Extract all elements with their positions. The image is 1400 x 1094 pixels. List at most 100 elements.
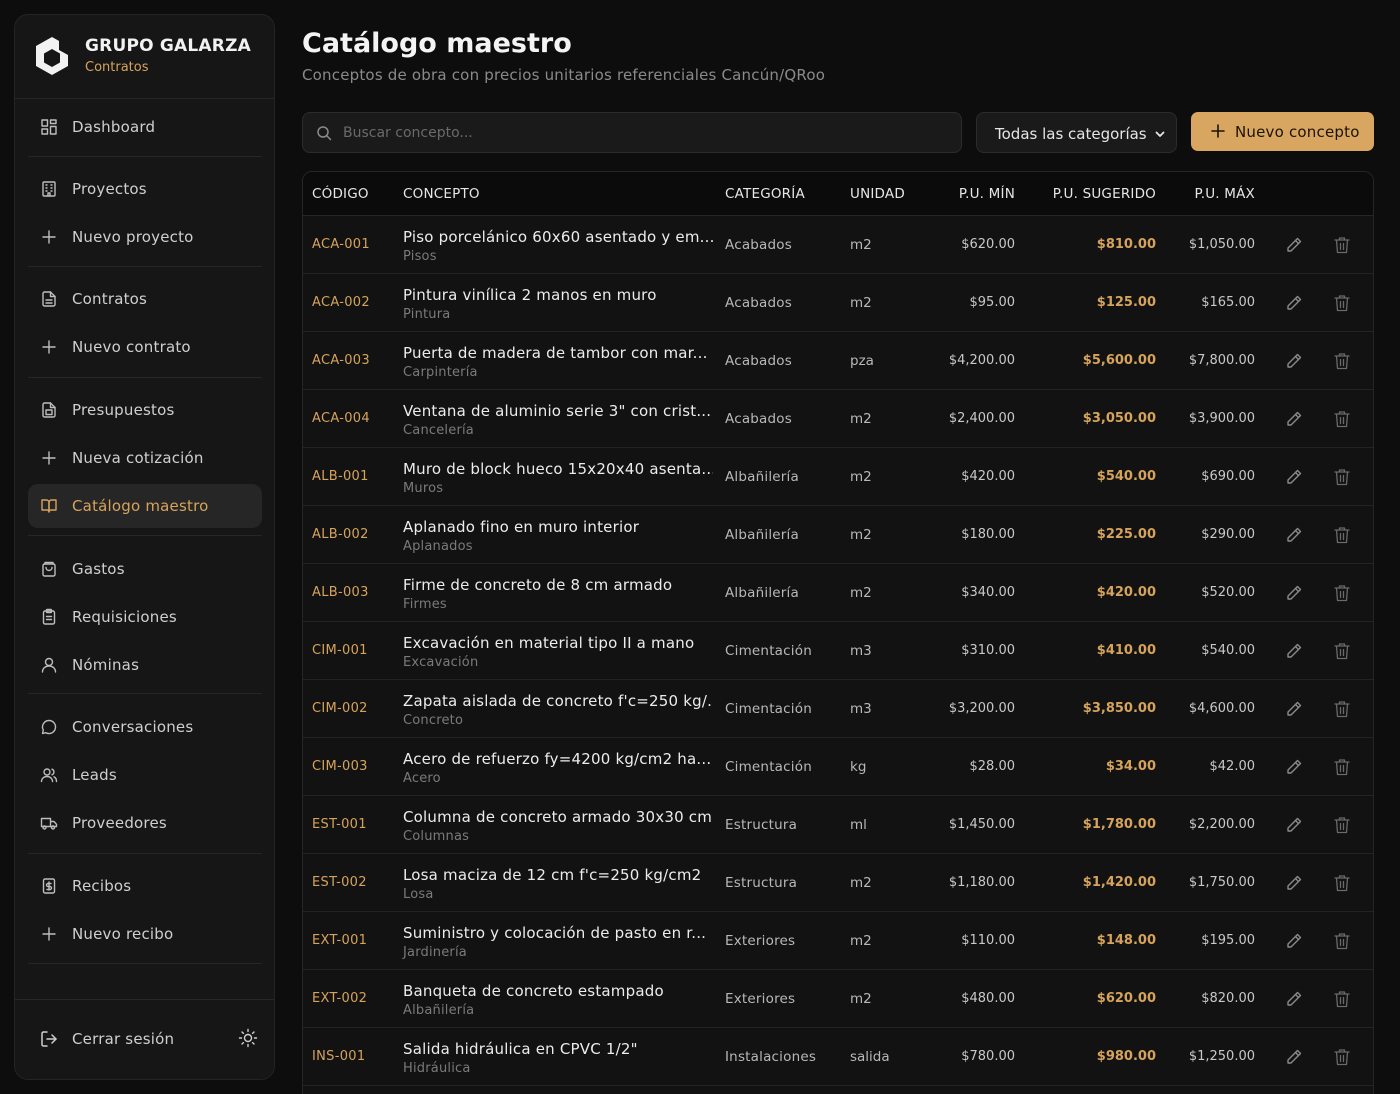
concept-category: Albañilería	[725, 469, 799, 485]
edit-icon[interactable]	[1284, 583, 1304, 603]
table-row[interactable]: ALB-003 Firme de concreto de 8 cm armado F…	[303, 564, 1373, 622]
sidebar-item-leads[interactable]: Leads	[28, 753, 262, 797]
sidebar-item-catalogo-maestro[interactable]: Catálogo maestro	[28, 484, 262, 528]
sidebar-item-nuevo-proyecto[interactable]: Nuevo proyecto	[28, 215, 262, 259]
header-concept[interactable]: CONCEPTO	[403, 186, 480, 202]
sidebar-item-requisiciones[interactable]: Requisiciones	[28, 595, 262, 639]
trash-icon[interactable]	[1333, 989, 1351, 1009]
trash-icon[interactable]	[1333, 525, 1351, 545]
trash-icon[interactable]	[1333, 583, 1351, 603]
sidebar-item-proveedores[interactable]: Proveedores	[28, 801, 262, 845]
edit-icon[interactable]	[1284, 1047, 1304, 1067]
concept-subcategory: Firmes	[403, 597, 447, 612]
category-select[interactable]: Todas las categorías	[976, 112, 1177, 153]
table-row[interactable]: EST-002 Losa maciza de 12 cm f'c=250 kg/c…	[303, 854, 1373, 912]
sidebar-item-nueva-cotizacion[interactable]: Nueva cotización	[28, 436, 262, 480]
table-row[interactable]: CIM-001 Excavación en material tipo II a …	[303, 622, 1373, 680]
table-row[interactable]: INS-001 Salida hidráulica en CPVC 1/2" Hid…	[303, 1028, 1373, 1086]
table-row[interactable]: ALB-001 Muro de block hueco 15x20x40 asen…	[303, 448, 1373, 506]
header-category[interactable]: CATEGORÍA	[725, 186, 805, 202]
trash-icon[interactable]	[1333, 351, 1351, 371]
edit-icon[interactable]	[1284, 409, 1304, 429]
edit-icon[interactable]	[1284, 931, 1304, 951]
sidebar-item-proyectos[interactable]: Proyectos	[28, 167, 262, 211]
concept-name: Firme de concreto de 8 cm armado	[403, 576, 673, 594]
logout-button[interactable]: Cerrar sesión	[28, 1018, 218, 1060]
trash-icon[interactable]	[1333, 699, 1351, 719]
concept-category: Acabados	[725, 353, 792, 369]
header-psug[interactable]: P.U. SUGERIDO	[1053, 186, 1156, 202]
trash-icon[interactable]	[1333, 235, 1351, 255]
table-row[interactable]: ACA-004 Ventana de aluminio serie 3" con …	[303, 390, 1373, 448]
concept-subcategory: Pisos	[403, 249, 437, 264]
header-pmin[interactable]: P.U. MÍN	[959, 186, 1015, 202]
table-row[interactable]: EST-001 Columna de concreto armado 30x30 …	[303, 796, 1373, 854]
concept-code: EXT-002	[312, 991, 368, 1006]
sidebar-item-nuevo-contrato[interactable]: Nuevo contrato	[28, 325, 262, 369]
sidebar-item-conversaciones[interactable]: Conversaciones	[28, 705, 262, 749]
trash-icon[interactable]	[1333, 931, 1351, 951]
concept-name: Muro de block hueco 15x20x40 asenta...	[403, 460, 713, 478]
divider	[28, 266, 262, 267]
trash-icon[interactable]	[1333, 409, 1351, 429]
sidebar-item-contratos[interactable]: Contratos	[28, 277, 262, 321]
edit-icon[interactable]	[1284, 235, 1304, 255]
header-code[interactable]: CÓDIGO	[312, 186, 369, 202]
concept-subcategory: Muros	[403, 481, 444, 496]
sidebar-item-dashboard[interactable]: Dashboard	[28, 105, 262, 149]
trash-icon[interactable]	[1333, 1047, 1351, 1067]
edit-icon[interactable]	[1284, 699, 1304, 719]
concept-unit: m2	[850, 411, 872, 427]
plus-icon	[40, 338, 58, 356]
table-row[interactable]: EXT-001 Suministro y colocación de pasto …	[303, 912, 1373, 970]
price-max: $1,050.00	[1188, 237, 1255, 252]
edit-icon[interactable]	[1284, 525, 1304, 545]
concept-name: Columna de concreto armado 30x30 cm	[403, 808, 713, 826]
concept-code: CIM-003	[312, 759, 368, 774]
new-concept-button[interactable]: Nuevo concepto	[1191, 112, 1374, 151]
table-row[interactable]: ALB-002 Aplanado fino en muro interior Apl…	[303, 506, 1373, 564]
table-row[interactable]: CIM-002 Zapata aislada de concreto f'c=25…	[303, 680, 1373, 738]
trash-icon[interactable]	[1333, 641, 1351, 661]
edit-icon[interactable]	[1284, 757, 1304, 777]
sun-icon[interactable]	[238, 1028, 258, 1048]
trash-icon[interactable]	[1333, 873, 1351, 893]
sidebar-item-gastos[interactable]: Gastos	[28, 547, 262, 591]
search-input[interactable]	[343, 113, 943, 152]
sidebar-item-recibos[interactable]: Recibos	[28, 864, 262, 908]
sidebar-item-label: Nuevo recibo	[72, 925, 174, 943]
trash-icon[interactable]	[1333, 757, 1351, 777]
concept-unit: salida	[850, 1049, 890, 1065]
table-row[interactable]: CIM-003 Acero de refuerzo fy=4200 kg/cm2 …	[303, 738, 1373, 796]
sidebar-item-presupuestos[interactable]: Presupuestos	[28, 388, 262, 432]
logout-label: Cerrar sesión	[72, 1030, 175, 1048]
edit-icon[interactable]	[1284, 641, 1304, 661]
table-row[interactable]: EXT-002 Banqueta de concreto estampado Alb…	[303, 970, 1373, 1028]
concept-name: Puerta de madera de tambor con mar...	[403, 344, 708, 362]
truck-icon	[40, 814, 58, 832]
trash-icon[interactable]	[1333, 815, 1351, 835]
trash-icon[interactable]	[1333, 467, 1351, 487]
concept-code: ACA-002	[312, 295, 370, 310]
concept-code: ACA-001	[312, 237, 370, 252]
sidebar-item-nuevo-recibo[interactable]: Nuevo recibo	[28, 912, 262, 956]
concept-unit: m2	[850, 237, 872, 253]
concept-name: Salida hidráulica en CPVC 1/2"	[403, 1040, 638, 1058]
edit-icon[interactable]	[1284, 351, 1304, 371]
edit-icon[interactable]	[1284, 873, 1304, 893]
edit-icon[interactable]	[1284, 989, 1304, 1009]
concept-category: Acabados	[725, 411, 792, 427]
table-row[interactable]: ACA-001 Piso porcelánico 60x60 asentado y…	[303, 216, 1373, 274]
header-unit[interactable]: UNIDAD	[850, 186, 905, 202]
search-box[interactable]	[302, 112, 962, 153]
brand[interactable]: GRUPO GALARZA Contratos	[15, 15, 274, 99]
concept-unit: pza	[850, 353, 874, 369]
trash-icon[interactable]	[1333, 293, 1351, 313]
edit-icon[interactable]	[1284, 467, 1304, 487]
edit-icon[interactable]	[1284, 815, 1304, 835]
sidebar-item-nominas[interactable]: Nóminas	[28, 643, 262, 687]
header-pmax[interactable]: P.U. MÁX	[1194, 186, 1255, 202]
table-row[interactable]: ACA-002 Pintura vinílica 2 manos en muro P…	[303, 274, 1373, 332]
table-row[interactable]: ACA-003 Puerta de madera de tambor con ma…	[303, 332, 1373, 390]
edit-icon[interactable]	[1284, 293, 1304, 313]
